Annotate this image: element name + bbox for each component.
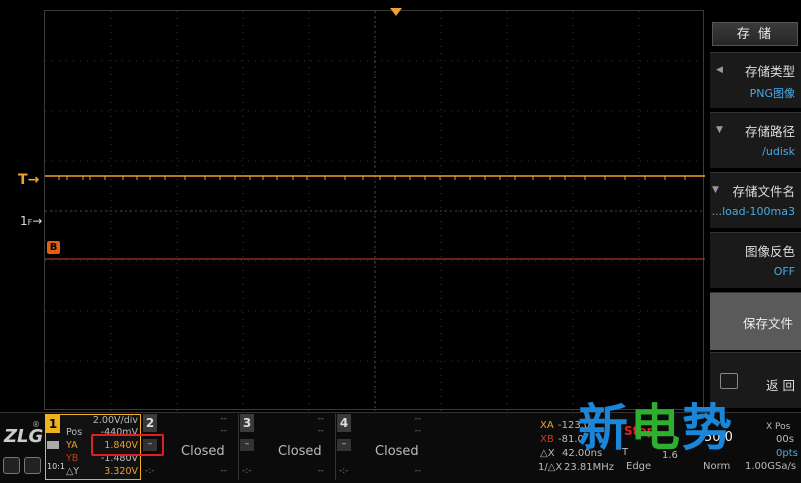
xa-label: XA <box>540 420 554 431</box>
menu-item-label: 存储路径 <box>744 124 795 139</box>
yb-label: YB <box>66 453 79 464</box>
menu-storage-type[interactable]: ◀ 存储类型 PNG图像 <box>710 52 801 108</box>
x-pos-value: 00s <box>776 434 794 445</box>
waveform-display[interactable] <box>44 10 705 411</box>
placeholder-dash: -:- <box>242 466 252 476</box>
placeholder-dash: -- <box>220 426 228 436</box>
coupling-icon <box>47 441 59 449</box>
minus-icon: – <box>143 439 157 451</box>
placeholder-dash: -- <box>317 414 325 424</box>
placeholder-dash: -- <box>414 414 422 424</box>
placeholder-dash: -:- <box>339 466 349 476</box>
channel-number: 3 <box>240 414 254 432</box>
menu-storage-filename[interactable]: ▼ 存储文件名 ...load-100ma3 <box>710 172 801 228</box>
brand-logo: ZLG <box>4 426 44 447</box>
menu-item-value: PNG图像 <box>749 87 795 100</box>
back-icon <box>720 373 738 389</box>
watermark: 新电势 <box>578 388 734 460</box>
placeholder-dash: -- <box>317 426 325 436</box>
probe-ratio: 10:1 <box>47 462 65 471</box>
menu-storage-path[interactable]: ▼ 存储路径 /udisk <box>710 112 801 168</box>
channel-status: Closed <box>375 444 419 459</box>
placeholder-dash: -- <box>220 466 228 476</box>
trigger-position-marker[interactable] <box>390 8 402 16</box>
touch-icon[interactable] <box>3 457 20 474</box>
save-file-button[interactable]: 保存文件 <box>710 292 801 350</box>
placeholder-dash: -- <box>317 466 325 476</box>
placeholder-dash: -- <box>414 466 422 476</box>
menu-title: 存 储 <box>712 22 798 46</box>
menu-item-label: 存储类型 <box>744 64 795 79</box>
dy-label: △Y <box>66 466 80 477</box>
trigger-type[interactable]: Edge <box>626 461 651 472</box>
sample-rate: 1.00GSa/s <box>745 461 797 472</box>
down-arrow-icon: ▼ <box>712 185 719 195</box>
screenshot-icon[interactable] <box>24 457 41 474</box>
ch1-pos-label: Pos <box>66 427 83 438</box>
xb-label: XB <box>540 434 554 445</box>
minus-icon: – <box>240 439 254 451</box>
menu-item-value: ...load-100ma3 <box>711 205 795 218</box>
divider <box>335 414 336 480</box>
dy-value: 3.320V <box>104 466 138 477</box>
watermark-char: 新 <box>578 399 630 457</box>
channel-number: 2 <box>143 414 157 432</box>
inv-dx-value: 23.81MHz <box>564 462 615 473</box>
channel-3-panel[interactable]: 3 -- -- – Closed -:- -- <box>240 414 332 480</box>
cursor-b-badge[interactable]: B <box>47 241 60 254</box>
ch1-offset-marker[interactable]: 1F→ <box>20 214 42 228</box>
menu-item-value: /udisk <box>762 145 795 158</box>
channel-4-panel[interactable]: 4 -- -- – Closed -:- -- <box>337 414 429 480</box>
inv-dx-label: 1/△X <box>538 462 563 473</box>
waveform-svg <box>45 11 705 411</box>
dx-label: △X <box>540 448 555 459</box>
placeholder-dash: -:- <box>145 466 155 476</box>
menu-item-label: 返 回 <box>766 378 795 393</box>
watermark-char: 电 <box>630 399 682 457</box>
channel-status: Closed <box>181 444 225 459</box>
placeholder-dash: -- <box>414 426 422 436</box>
menu-item-label: 保存文件 <box>742 316 793 331</box>
menu-image-invert[interactable]: 图像反色 OFF <box>710 232 801 288</box>
trigger-level-marker[interactable]: T→ <box>18 172 39 188</box>
down-arrow-icon: ▼ <box>716 125 723 135</box>
left-arrow-icon: ◀ <box>716 65 723 75</box>
x-pos-label: X Pos <box>766 422 791 432</box>
ya-label: YA <box>66 440 78 451</box>
channel-number: 1 <box>46 415 60 433</box>
menu-item-value: OFF <box>773 265 795 278</box>
channel-status: Closed <box>278 444 322 459</box>
channel-number: 4 <box>337 414 351 432</box>
divider <box>238 414 239 480</box>
registered-mark: ® <box>32 420 40 429</box>
placeholder-dash: -- <box>220 414 228 424</box>
points-value: 0pts <box>776 448 798 459</box>
menu-item-label: 图像反色 <box>744 244 795 259</box>
channel-2-panel[interactable]: 2 -- -- – Closed -:- -- <box>143 414 235 480</box>
minus-icon: – <box>337 439 351 451</box>
watermark-char: 势 <box>682 399 734 457</box>
ch1-scale: 2.00V/div <box>92 415 138 426</box>
trigger-mode[interactable]: Norm <box>703 461 730 472</box>
menu-item-label: 存储文件名 <box>732 184 795 199</box>
